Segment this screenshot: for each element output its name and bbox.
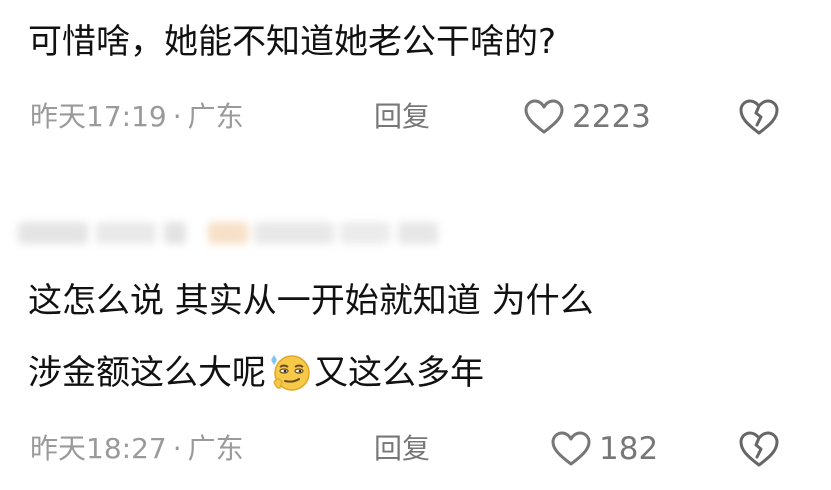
- separator-dot: ·: [172, 432, 182, 465]
- comment-meta: 昨天18:27 · 广东 回复 182: [0, 429, 831, 469]
- like-button[interactable]: 2223: [524, 97, 651, 137]
- comment-time: 昨天18:27: [30, 432, 167, 465]
- like-count: 182: [599, 431, 659, 467]
- like-button[interactable]: 182: [551, 429, 658, 469]
- reply-button[interactable]: 回复: [374, 429, 430, 469]
- comment-location: 广东: [187, 432, 244, 465]
- smirk-emoji-icon: [271, 355, 310, 391]
- comment-text-part: 涉金额这么大呢: [28, 353, 266, 393]
- comment-time-location: 昨天17:19 · 广东: [30, 97, 244, 137]
- comment-text: 可惜啥，她能不知道她老公干啥的?: [28, 22, 557, 62]
- comment-text-line: 涉金额这么大呢 又这么多年: [28, 352, 484, 393]
- like-count: 2223: [572, 99, 651, 135]
- comment-time: 昨天17:19: [30, 100, 167, 133]
- reply-button[interactable]: 回复: [374, 97, 430, 137]
- heart-outline-icon: [524, 99, 564, 134]
- separator-dot: ·: [172, 100, 182, 133]
- comment-meta: 昨天17:19 · 广东 回复 2223: [0, 97, 831, 137]
- comment-text-part: 又这么多年: [314, 353, 484, 393]
- broken-heart-icon[interactable]: [738, 430, 780, 468]
- comment-location: 广东: [187, 100, 244, 133]
- broken-heart-icon[interactable]: [738, 98, 780, 136]
- comment-text: 这怎么说 其实从一开始就知道 为什么: [28, 281, 594, 321]
- heart-outline-icon: [551, 431, 591, 466]
- comment-time-location: 昨天18:27 · 广东: [30, 429, 244, 469]
- blurred-username: [18, 212, 448, 256]
